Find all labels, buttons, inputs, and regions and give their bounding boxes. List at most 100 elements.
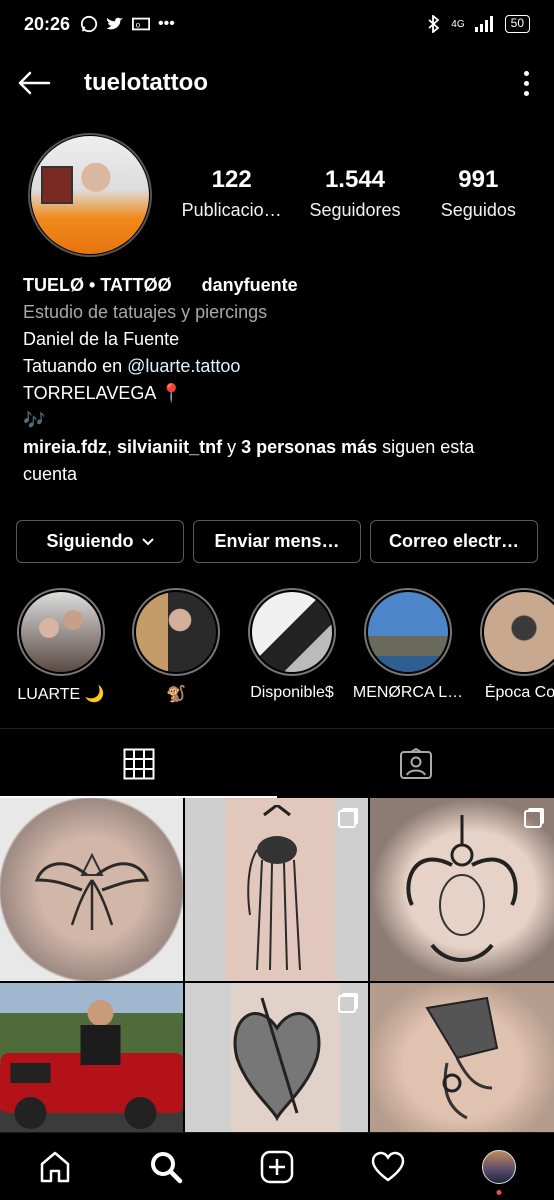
stat-followers[interactable]: 1.544 Seguidores (293, 166, 416, 221)
highlight-item[interactable]: Disponible$ (234, 588, 350, 702)
baphomet-tattoo-image (406, 814, 518, 962)
new-post-icon (260, 1150, 294, 1183)
highlight-ring (480, 588, 554, 676)
home-icon (41, 1151, 70, 1182)
stat-followers-value: 1.544 (324, 166, 386, 193)
following-button-label: Siguiendo (46, 531, 134, 551)
post-thumbnail[interactable] (185, 798, 368, 981)
highlight-label: Disponible$ (250, 684, 334, 701)
stat-posts[interactable]: 122 Publicacio… (170, 166, 293, 221)
nav-new-post[interactable] (247, 1137, 307, 1197)
highlight-item[interactable]: LUARTE 🌙 (3, 588, 119, 704)
nav-profile[interactable] (469, 1137, 529, 1197)
followed-by-and: y (222, 437, 242, 457)
nav-activity[interactable] (358, 1137, 418, 1197)
nefertiti-tattoo-image (425, 996, 499, 1120)
profile-avatar-ring[interactable] (28, 133, 152, 257)
stat-following-label: Seguidos (440, 200, 516, 220)
highlight-ring (364, 588, 452, 676)
notification-dot (496, 1189, 502, 1195)
red-car-photo-image (0, 1000, 183, 1129)
profile-category: Estudio de tatuajes y piercings (23, 302, 268, 322)
profile-tabs (0, 728, 554, 798)
highlight-ring (132, 588, 220, 676)
highlight-thumbnail (368, 592, 448, 672)
secondary-handle[interactable]: danyfuente (202, 272, 298, 299)
stat-following-value: 991 (458, 166, 499, 193)
following-button[interactable]: Siguiendo (16, 520, 184, 563)
winged-tattoo-image (34, 852, 149, 930)
bio-name-row: TUELØ • TATTØØ danyfuente (23, 272, 533, 299)
highlight-label: MENØRCA L… (352, 684, 464, 701)
twitter-icon (106, 17, 124, 30)
signal-icon (474, 16, 493, 32)
highlight-label: Época Cov (484, 684, 554, 701)
highlight-thumbnail (21, 592, 101, 672)
search-icon (151, 1151, 183, 1183)
header-username: tuelotattoo (84, 69, 208, 96)
post-thumbnail[interactable] (185, 983, 368, 1132)
stat-following[interactable]: 991 Seguidos (417, 166, 540, 221)
bluetooth-icon (428, 15, 440, 33)
highlight-item[interactable]: Época Cov (466, 588, 554, 702)
grid-tab[interactable] (0, 729, 277, 798)
profile-header: tuelotattoo (0, 48, 554, 118)
post-thumbnail[interactable] (370, 983, 554, 1132)
highlight-label: LUARTE 🌙 (17, 686, 105, 703)
profile-avatar[interactable] (31, 136, 149, 254)
highlight-item[interactable]: 🐒 (118, 588, 234, 704)
tagged-tab[interactable] (277, 729, 554, 798)
followed-by-text[interactable]: mireia.fdz, silvianiit_tnf y 3 personas … (23, 434, 533, 488)
story-highlights: LUARTE 🌙 🐒 Disponible$ MENØRCA L… Época … (0, 588, 554, 718)
battery-indicator: 50 (504, 15, 530, 33)
message-button-label: Enviar mens… (214, 531, 340, 551)
whatsapp-icon (80, 15, 98, 33)
profile-avatar-icon (481, 1149, 516, 1184)
highlight-label: 🐒 (166, 686, 186, 703)
back-arrow-icon[interactable] (16, 65, 52, 101)
more-notifications-icon: ••• (158, 15, 175, 32)
stat-posts-value: 122 (211, 166, 252, 193)
bio-line-1: Daniel de la Fuente (23, 329, 180, 349)
outlook-icon: o (132, 17, 151, 31)
bio-line-2: Tatuando en @luarte.tattoo (23, 353, 533, 380)
more-options-icon[interactable] (514, 65, 538, 101)
highlight-thumbnail (484, 592, 554, 672)
message-button[interactable]: Enviar mens… (193, 520, 361, 563)
followed-by-user-1[interactable]: mireia.fdz (23, 437, 107, 457)
post-thumbnail[interactable] (0, 983, 183, 1132)
highlight-thumbnail (252, 592, 332, 672)
profile-summary: 122 Publicacio… 1.544 Seguidores 991 Seg… (0, 130, 554, 260)
carousel-icon (338, 810, 356, 828)
post-thumbnail[interactable] (0, 798, 183, 981)
bio-line-3: TORRELAVEGA 📍 (23, 383, 183, 403)
chevron-down-icon (141, 537, 154, 545)
highlight-item[interactable]: MENØRCA L… (350, 588, 466, 702)
highlight-ring (248, 588, 336, 676)
tagged-icon (399, 747, 432, 779)
post-thumbnail[interactable] (370, 798, 554, 981)
profile-stats: 122 Publicacio… 1.544 Seguidores 991 Seg… (170, 166, 540, 221)
followed-by-user-2[interactable]: silvianiit_tnf (117, 437, 222, 457)
elephant-tattoo-image (246, 804, 301, 970)
network-type: 4G (451, 18, 465, 30)
profile-name: TUELØ • TATTØØ (23, 275, 172, 295)
highlight-thumbnail (136, 592, 216, 672)
email-button-label: Correo electr… (388, 531, 520, 551)
status-bar: 20:26 o ••• 4G 50 (0, 0, 554, 48)
profile-bio: TUELØ • TATTØØ danyfuente Estudio de tat… (23, 272, 533, 488)
nav-search[interactable] (136, 1137, 196, 1197)
email-button[interactable]: Correo electr… (370, 520, 538, 563)
heart-tattoo-image (233, 997, 320, 1122)
stat-followers-label: Seguidores (309, 200, 401, 220)
svg-text:o: o (136, 21, 141, 30)
nav-home[interactable] (25, 1137, 85, 1197)
carousel-icon (524, 810, 542, 828)
carousel-icon (338, 995, 356, 1013)
bottom-navigation (0, 1132, 554, 1200)
followed-by-separator: , (107, 437, 118, 457)
stat-posts-label: Publicacio… (181, 200, 282, 220)
followed-by-more[interactable]: 3 personas más (241, 437, 377, 457)
status-right: 4G 50 (427, 15, 530, 33)
bio-mention-link[interactable]: @luarte.tattoo (127, 356, 240, 376)
